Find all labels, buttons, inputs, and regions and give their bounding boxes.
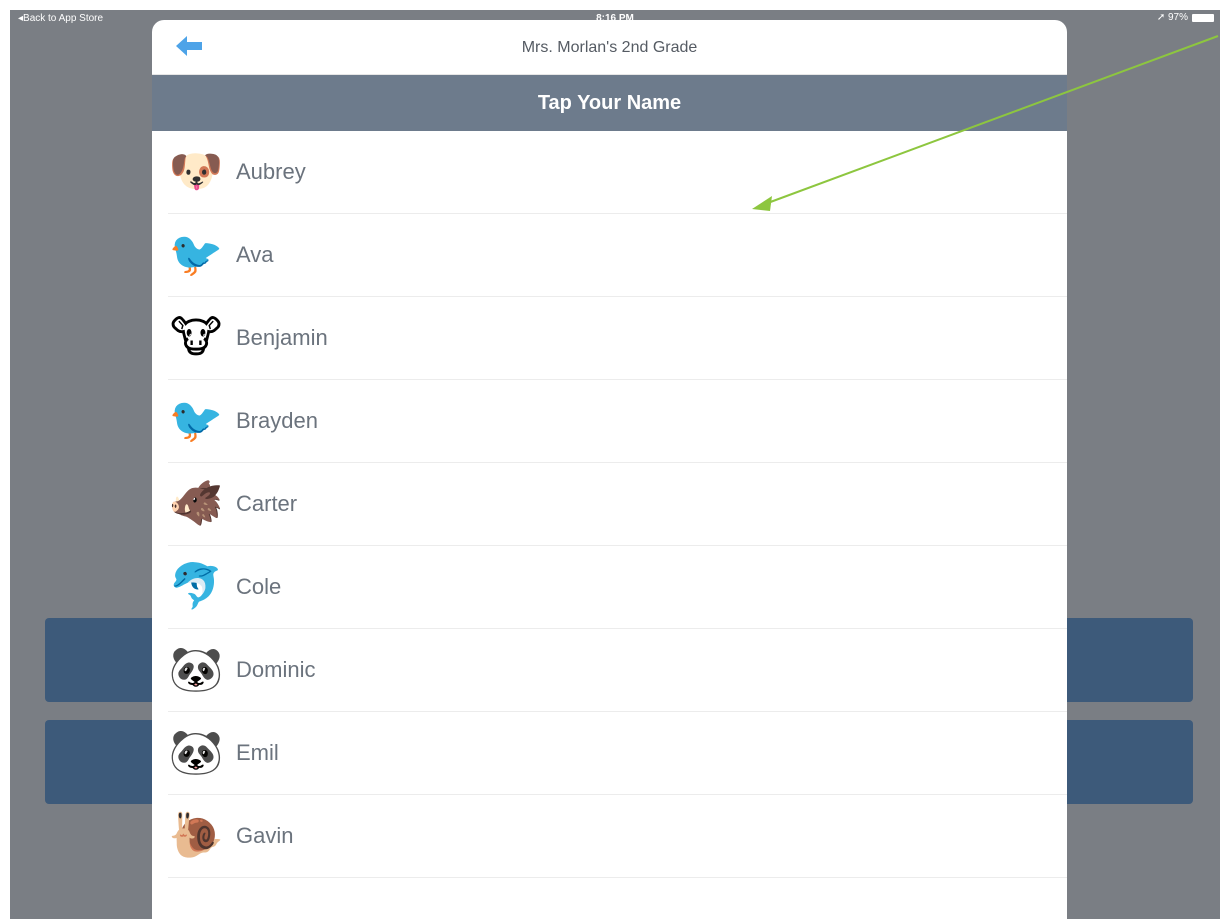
student-row[interactable]: 🐦 Brayden (168, 380, 1067, 463)
battery-icon (1192, 13, 1214, 22)
bird-icon: 🐦 (168, 395, 224, 446)
student-name: Cole (236, 574, 282, 599)
panda-face-icon: 🐼 (168, 644, 224, 695)
modal-header: Mrs. Morlan's 2nd Grade (152, 20, 1067, 75)
student-row[interactable]: 🐌 Gavin (168, 795, 1067, 878)
student-name: Dominic (236, 657, 316, 682)
cow-face-icon: 🐮 (169, 312, 223, 363)
status-right: ➚ 97% (1157, 12, 1214, 23)
student-row[interactable]: 🐮 Benjamin (168, 297, 1067, 380)
battery-percentage: ➚ 97% (1156, 12, 1188, 23)
student-name: Carter (236, 491, 298, 516)
panda-face-icon: 🐼 (168, 727, 224, 778)
student-name: Ava (236, 242, 274, 267)
bird-icon: 🐦 (168, 229, 224, 280)
student-row[interactable]: 🐗 Carter (168, 463, 1067, 546)
student-select-modal: Mrs. Morlan's 2nd Grade Tap Your Name 🐶 A… (152, 20, 1067, 920)
student-name: Brayden (236, 408, 318, 433)
student-list: 🐶 Aubrey 🐦 Ava 🐮 Benjamin 🐦 Brayden 🐗 Carter 🐬 Cole… (152, 131, 1067, 878)
boar-icon: 🐗 (168, 478, 224, 529)
tap-your-name-banner: Tap Your Name (152, 75, 1067, 131)
student-row[interactable]: 🐬 Cole (168, 546, 1067, 629)
class-title: Mrs. Morlan's 2nd Grade (521, 39, 698, 56)
student-row[interactable]: 🐶 Aubrey (168, 131, 1067, 214)
snail-icon: 🐌 (168, 810, 224, 861)
student-row[interactable]: 🐼 Emil (168, 712, 1067, 795)
dolphin-icon: 🐬 (168, 561, 224, 612)
student-row[interactable]: 🐼 Dominic (168, 629, 1067, 712)
student-name: Benjamin (236, 325, 328, 350)
student-row[interactable]: 🐦 Ava (168, 214, 1067, 297)
dog-face-icon: 🐶 (168, 146, 224, 197)
student-name: Emil (236, 740, 279, 765)
student-name: Aubrey (236, 159, 306, 184)
student-name: Gavin (236, 823, 294, 848)
